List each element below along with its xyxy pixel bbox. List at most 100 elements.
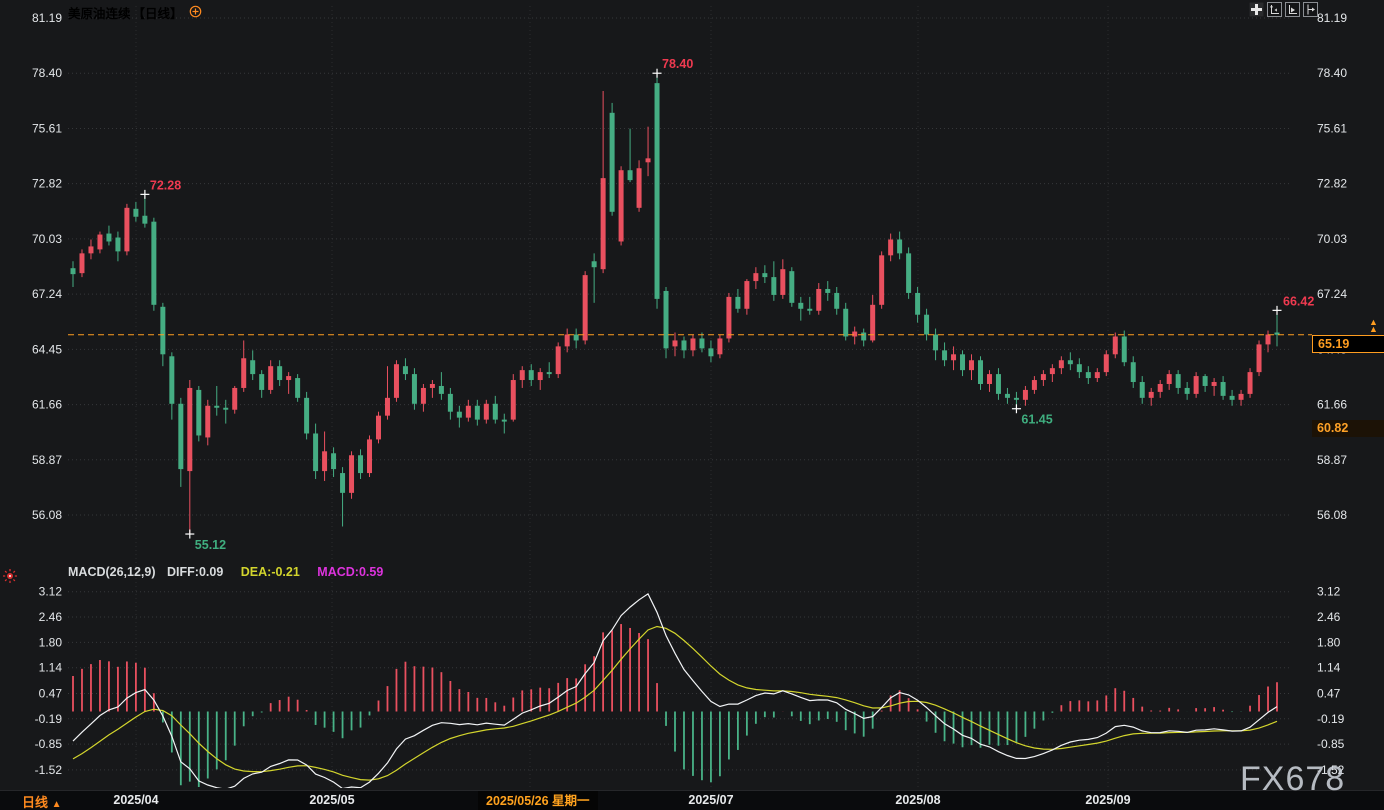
- price-edge-arrows-icon[interactable]: ▲▲: [1369, 319, 1378, 333]
- candle-body: [708, 348, 713, 356]
- price-axis-label-left: 56.08: [32, 508, 62, 522]
- candle-body: [97, 235, 102, 250]
- candle-body: [151, 222, 156, 305]
- candle-body: [664, 291, 669, 348]
- candle-body: [511, 380, 516, 420]
- diff-line: [73, 594, 1277, 789]
- candle-body: [322, 451, 327, 471]
- candle-body: [1203, 376, 1208, 386]
- x-axis-month-label: 2025/05: [309, 793, 354, 807]
- candle-body: [223, 408, 228, 410]
- candle-body: [879, 255, 884, 304]
- candle-body: [583, 275, 588, 340]
- candle-body: [1167, 374, 1172, 384]
- candle-body: [933, 335, 938, 351]
- macd-axis-label-right: 3.12: [1317, 585, 1341, 599]
- candle-body: [960, 354, 965, 370]
- candle-body: [1122, 336, 1127, 362]
- macd-axis-label-right: -0.19: [1317, 712, 1345, 726]
- candle-body: [1014, 398, 1019, 400]
- candle-body: [502, 420, 507, 422]
- candle-body: [807, 309, 812, 311]
- x-axis-month-label: 2025/04: [113, 793, 158, 807]
- candle-body: [915, 293, 920, 315]
- macd-axis-label-left: 2.46: [39, 610, 63, 624]
- candle-body: [897, 239, 902, 253]
- candle-body: [1176, 374, 1181, 388]
- candle-body: [1230, 396, 1235, 400]
- candle-body: [160, 307, 165, 355]
- candle-body: [268, 366, 273, 390]
- candle-body: [798, 303, 803, 309]
- candle-body: [241, 358, 246, 388]
- candle-body: [421, 388, 426, 404]
- price-axis-label-right: 81.19: [1317, 11, 1347, 25]
- candle-body: [1104, 354, 1109, 372]
- candle-body: [412, 374, 417, 404]
- chart-header: 美原油连续 【日线】: [68, 3, 202, 22]
- candle-body: [852, 332, 857, 337]
- macd-indicator-header: MACD(26,12,9) DIFF:0.09 DEA:-0.21 MACD:0…: [68, 565, 383, 579]
- candle-body: [951, 354, 956, 360]
- candle-body: [493, 404, 498, 420]
- candle-body: [726, 297, 731, 339]
- x-axis-month-label: 2025/07: [688, 793, 733, 807]
- price-axis-label-right: 72.82: [1317, 177, 1347, 191]
- y-axis-scale-icon[interactable]: [1267, 2, 1282, 17]
- candle-body: [762, 273, 767, 277]
- candle-body: [681, 340, 686, 350]
- candle-body: [232, 388, 237, 410]
- candle-body: [619, 170, 624, 241]
- symbol-name: 美原油连续: [68, 3, 131, 22]
- candles-layer: [71, 73, 1280, 534]
- indicator-target-icon[interactable]: [2, 568, 18, 589]
- chart-toolbar: [1249, 2, 1318, 17]
- x-axis-scale-icon[interactable]: [1285, 2, 1300, 17]
- candle-body: [565, 335, 570, 347]
- candle-body: [655, 83, 660, 299]
- candle-body: [637, 168, 642, 208]
- candle-body: [259, 374, 264, 390]
- watermark: FX678: [1240, 760, 1345, 799]
- candle-body: [277, 366, 282, 380]
- layout-grid-icon[interactable]: [1249, 2, 1264, 17]
- candle-body: [924, 315, 929, 335]
- candle-body: [789, 271, 794, 303]
- candle-body: [601, 178, 606, 269]
- candle-body: [124, 208, 129, 252]
- candle-body: [142, 216, 147, 224]
- candle-body: [816, 289, 821, 311]
- candle-body: [1068, 360, 1073, 364]
- macd-axis-label-right: 1.14: [1317, 661, 1341, 675]
- candle-body: [214, 406, 219, 408]
- price-axis-label-right: 70.03: [1317, 232, 1347, 246]
- macd-axis-label-right: 2.46: [1317, 610, 1341, 624]
- candle-body: [987, 374, 992, 384]
- add-indicator-icon[interactable]: [189, 5, 202, 21]
- extreme-price-label: 55.12: [195, 538, 226, 552]
- candle-body: [1185, 388, 1190, 394]
- candle-body: [753, 273, 758, 281]
- candle-body: [331, 453, 336, 469]
- candle-body: [475, 406, 480, 420]
- candle-body: [169, 356, 174, 404]
- secondary-price-tag: 60.82: [1312, 420, 1384, 437]
- candle-body: [843, 309, 848, 337]
- candle-body: [1005, 394, 1010, 398]
- candle-body: [1212, 382, 1217, 386]
- candle-body: [1140, 382, 1145, 398]
- candle-body: [1086, 372, 1091, 378]
- candle-body: [349, 455, 354, 493]
- candle-body: [717, 338, 722, 354]
- price-axis-label-left: 67.24: [32, 287, 62, 301]
- candle-body: [978, 360, 983, 384]
- candle-body: [646, 158, 651, 162]
- period-select[interactable]: 日线 ▲: [22, 792, 62, 810]
- chart-canvas[interactable]: 81.1981.1978.4078.4075.6175.6172.8272.82…: [0, 0, 1384, 790]
- macd-title: MACD(26,12,9): [68, 565, 156, 579]
- candle-body: [735, 297, 740, 309]
- pan-right-icon[interactable]: [1303, 2, 1318, 17]
- current-price-tag: 65.19: [1312, 335, 1384, 353]
- candle-body: [484, 404, 489, 420]
- candle-body: [744, 281, 749, 309]
